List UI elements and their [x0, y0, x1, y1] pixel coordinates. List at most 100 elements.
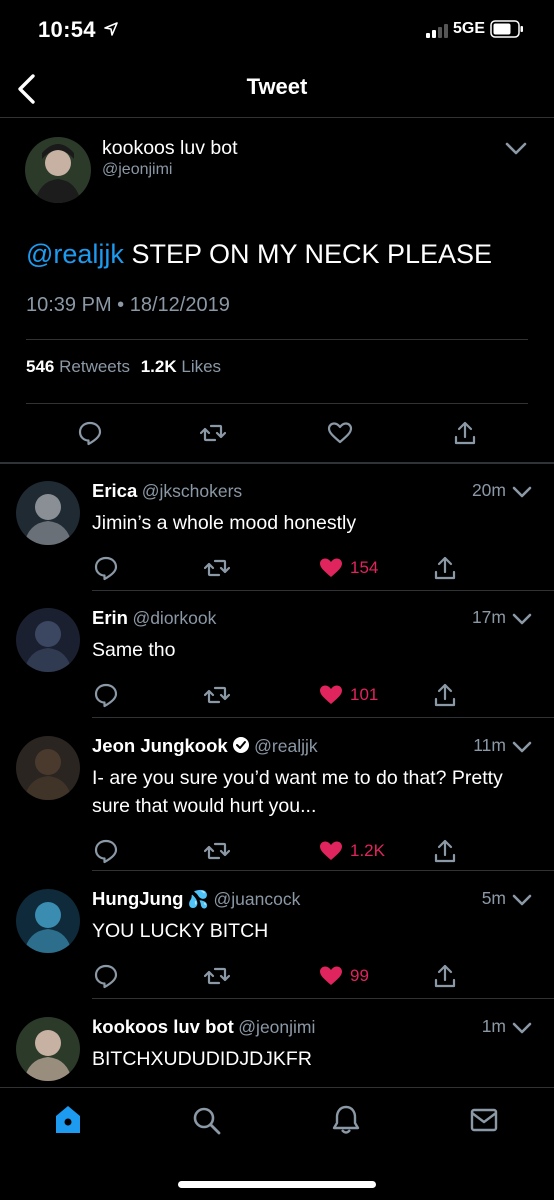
reply-time: 17m — [471, 607, 506, 627]
reply-header: kookoos luv bot @jeonjimi — [92, 1016, 315, 1038]
reply-menu-button[interactable] — [511, 737, 533, 762]
reply-author-handle[interactable]: @jeonjimi — [238, 1017, 315, 1037]
retweet-button[interactable] — [199, 420, 227, 451]
home-indicator — [178, 1181, 376, 1188]
stats-bottom-divider — [26, 403, 528, 404]
reply-avatar[interactable] — [16, 889, 80, 953]
status-time: 10:54 — [38, 17, 119, 43]
signal-icon — [426, 22, 452, 43]
retweet-icon — [203, 559, 231, 577]
share-icon — [434, 683, 456, 707]
reply-reply-button[interactable] — [93, 838, 119, 869]
reply-author-handle[interactable]: @juancock — [214, 889, 301, 909]
reply-icon — [94, 556, 118, 581]
reply-author-handle[interactable]: @jkschokers — [142, 481, 242, 501]
reply-divider — [92, 870, 554, 871]
reply-author-name[interactable]: Jeon Jungkook — [92, 735, 228, 756]
section-divider — [0, 462, 554, 464]
reply-share-button[interactable] — [432, 838, 458, 869]
reply-avatar[interactable] — [16, 608, 80, 672]
reply-avatar[interactable] — [16, 481, 80, 545]
reply-like-button[interactable]: 101 — [318, 682, 378, 708]
reply-divider — [92, 717, 554, 718]
share-icon — [434, 839, 456, 863]
reply-retweet-button[interactable] — [203, 838, 231, 869]
reply-header: HungJung 💦 @juancock — [92, 888, 300, 910]
reply-button[interactable] — [77, 420, 103, 451]
tab-messages[interactable] — [468, 1104, 500, 1141]
reply-avatar[interactable] — [16, 1017, 80, 1081]
reply-reply-button[interactable] — [93, 555, 119, 586]
avatar[interactable] — [25, 137, 91, 203]
reply-menu-button[interactable] — [511, 609, 533, 634]
retweet-icon — [203, 842, 231, 860]
tweet-stats: 546 Retweets 1.2K Likes — [26, 357, 221, 377]
reply-author-handle[interactable]: @diorkook — [132, 608, 216, 628]
reply-share-button[interactable] — [432, 555, 458, 586]
tweet-menu-button[interactable] — [503, 137, 529, 164]
mention-link[interactable]: @realjjk — [26, 239, 124, 269]
like-button[interactable] — [327, 420, 353, 451]
reply-text: Jimin’s a whole mood honestly — [92, 512, 357, 534]
heart-filled-icon — [320, 966, 342, 985]
reply-share-button[interactable] — [432, 963, 458, 994]
heart-filled-icon — [320, 558, 342, 577]
home-icon — [56, 1106, 80, 1133]
like-count: 101 — [350, 685, 379, 704]
retweets-stat[interactable]: 546 Retweets — [26, 357, 130, 376]
reply-time: 20m — [471, 480, 506, 500]
tab-notifications[interactable] — [330, 1104, 362, 1141]
share-button[interactable] — [452, 420, 478, 451]
page-title: Tweet — [246, 74, 308, 99]
reply-like-button[interactable]: 99 — [318, 963, 369, 989]
reply-icon — [94, 964, 118, 989]
like-count: 1.2K — [350, 841, 385, 860]
reply-time: 11m — [473, 735, 506, 755]
notifications-icon — [332, 1105, 360, 1134]
chevron-down-icon — [512, 486, 532, 498]
messages-icon — [470, 1108, 498, 1132]
stats-top-divider — [26, 339, 528, 340]
like-count: 154 — [350, 558, 379, 577]
reply-share-button[interactable] — [432, 682, 458, 713]
heart-filled-icon — [320, 685, 342, 704]
reply-reply-button[interactable] — [93, 963, 119, 994]
reply-author-name[interactable]: Erica — [92, 480, 137, 501]
author-handle[interactable]: @jeonjimi — [102, 161, 172, 179]
reply-avatar[interactable] — [16, 736, 80, 800]
reply-divider — [92, 590, 554, 591]
reply-time: 1m — [481, 1016, 506, 1036]
tweet-timestamp: 10:39 PM • 18/12/2019 — [26, 294, 230, 316]
reply-retweet-button[interactable] — [203, 682, 231, 713]
reply-menu-button[interactable] — [511, 890, 533, 915]
tab-search[interactable] — [190, 1104, 222, 1141]
verified-badge-icon — [232, 737, 249, 753]
reply-text: I- are you sure you’d want me to do that… — [92, 767, 503, 817]
header-divider — [0, 117, 554, 118]
reply-author-name[interactable]: kookoos luv bot — [92, 1016, 234, 1037]
reply-icon — [78, 421, 102, 446]
reply-reply-button[interactable] — [93, 682, 119, 713]
reply-retweet-button[interactable] — [203, 963, 231, 994]
chevron-down-icon — [512, 741, 532, 753]
reply-menu-button[interactable] — [511, 482, 533, 507]
reply-time: 5m — [481, 888, 506, 908]
author-name[interactable]: kookoos luv bot — [102, 137, 238, 160]
reply-retweet-button[interactable] — [203, 555, 231, 586]
likes-stat[interactable]: 1.2K Likes — [141, 357, 221, 376]
reply-header: Jeon Jungkook @realjjk — [92, 735, 318, 757]
reply-like-button[interactable]: 1.2K — [318, 838, 385, 864]
tweet-text: @realjjk STEP ON MY NECK PLEASE — [26, 239, 493, 269]
share-icon — [454, 421, 476, 445]
reply-author-handle[interactable]: @realjjk — [254, 736, 317, 756]
battery-icon — [490, 20, 524, 43]
reply-menu-button[interactable] — [511, 1018, 533, 1043]
tab-home[interactable] — [52, 1104, 84, 1141]
emoji-icon: 💦 — [187, 890, 210, 909]
reply-like-button[interactable]: 154 — [318, 555, 378, 581]
reply-text: BITCHXUDUDIDJDJKFR — [92, 1048, 312, 1070]
reply-text: YOU LUCKY BITCH — [92, 920, 269, 942]
reply-header: Erin @diorkook — [92, 607, 216, 629]
reply-author-name[interactable]: HungJung — [92, 888, 183, 909]
reply-author-name[interactable]: Erin — [92, 607, 128, 628]
